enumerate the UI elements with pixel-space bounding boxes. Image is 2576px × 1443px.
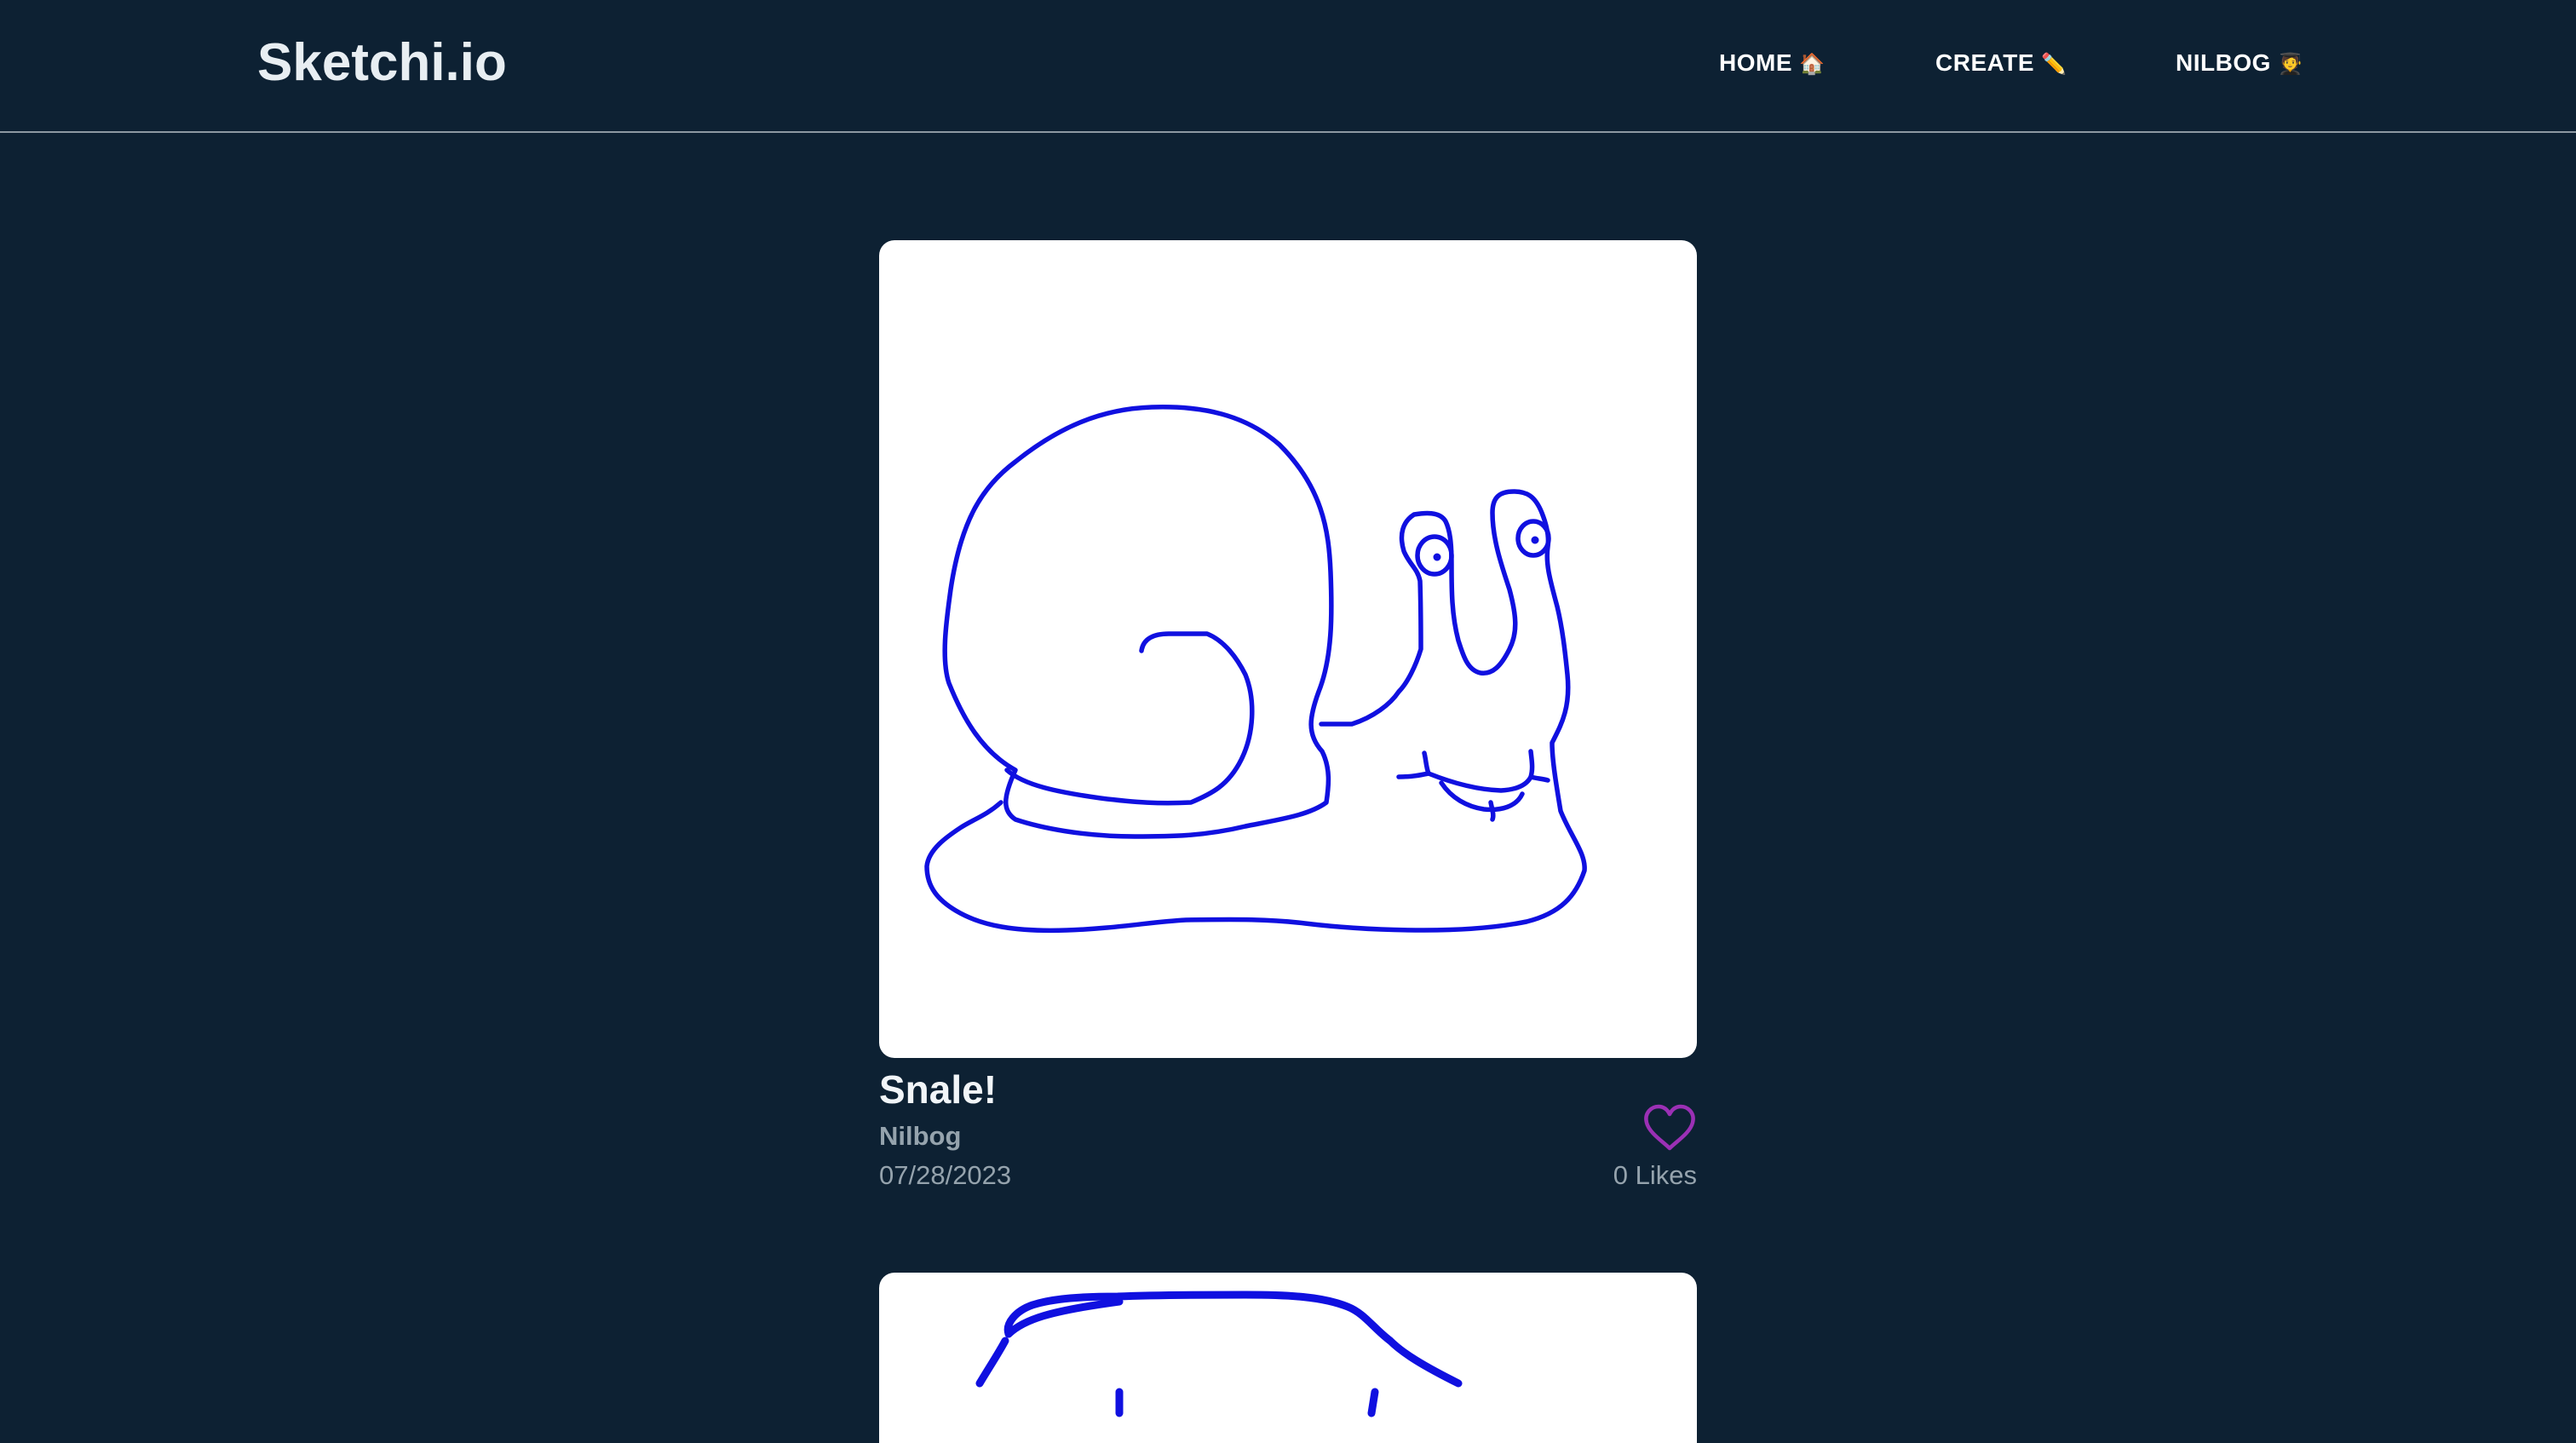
nav-home-link[interactable]: HOME 🏠 [1719, 49, 1825, 77]
top-navbar: Sketchi.io HOME 🏠 CREATE ✏️ NILBOG 🧑‍🎓 [0, 0, 2576, 133]
heart-icon [1644, 1104, 1695, 1151]
nav-create-label: CREATE [1935, 49, 2035, 76]
nav-user-label: NILBOG [2176, 49, 2271, 76]
sketch-image[interactable] [879, 1273, 1697, 1443]
snail-sketch-drawing [924, 405, 1587, 934]
sketch-post-card [879, 1273, 1697, 1443]
sketch-post-card: Snale! Nilbog 07/28/2023 0 Likes [879, 240, 1697, 1190]
nav-home-label: HOME [1719, 49, 1792, 76]
post-title: Snale! [879, 1067, 998, 1112]
partial-sketch-drawing [975, 1291, 1463, 1417]
student-avatar-icon: 🧑‍🎓 [2277, 52, 2304, 76]
post-date: 07/28/2023 [879, 1160, 1012, 1190]
brand-logo-link[interactable]: Sketchi.io [257, 32, 507, 93]
post-author-link[interactable]: Nilbog [879, 1121, 961, 1152]
sketch-image[interactable] [879, 240, 1697, 1058]
house-icon: 🏠 [1799, 52, 1826, 76]
nav-user-profile-link[interactable]: NILBOG 🧑‍🎓 [2176, 49, 2303, 77]
nav-create-link[interactable]: CREATE ✏️ [1935, 49, 2067, 77]
like-button[interactable] [1642, 1102, 1697, 1153]
pencil-icon: ✏️ [2041, 52, 2067, 76]
like-count: 0 Likes [1613, 1160, 1697, 1190]
